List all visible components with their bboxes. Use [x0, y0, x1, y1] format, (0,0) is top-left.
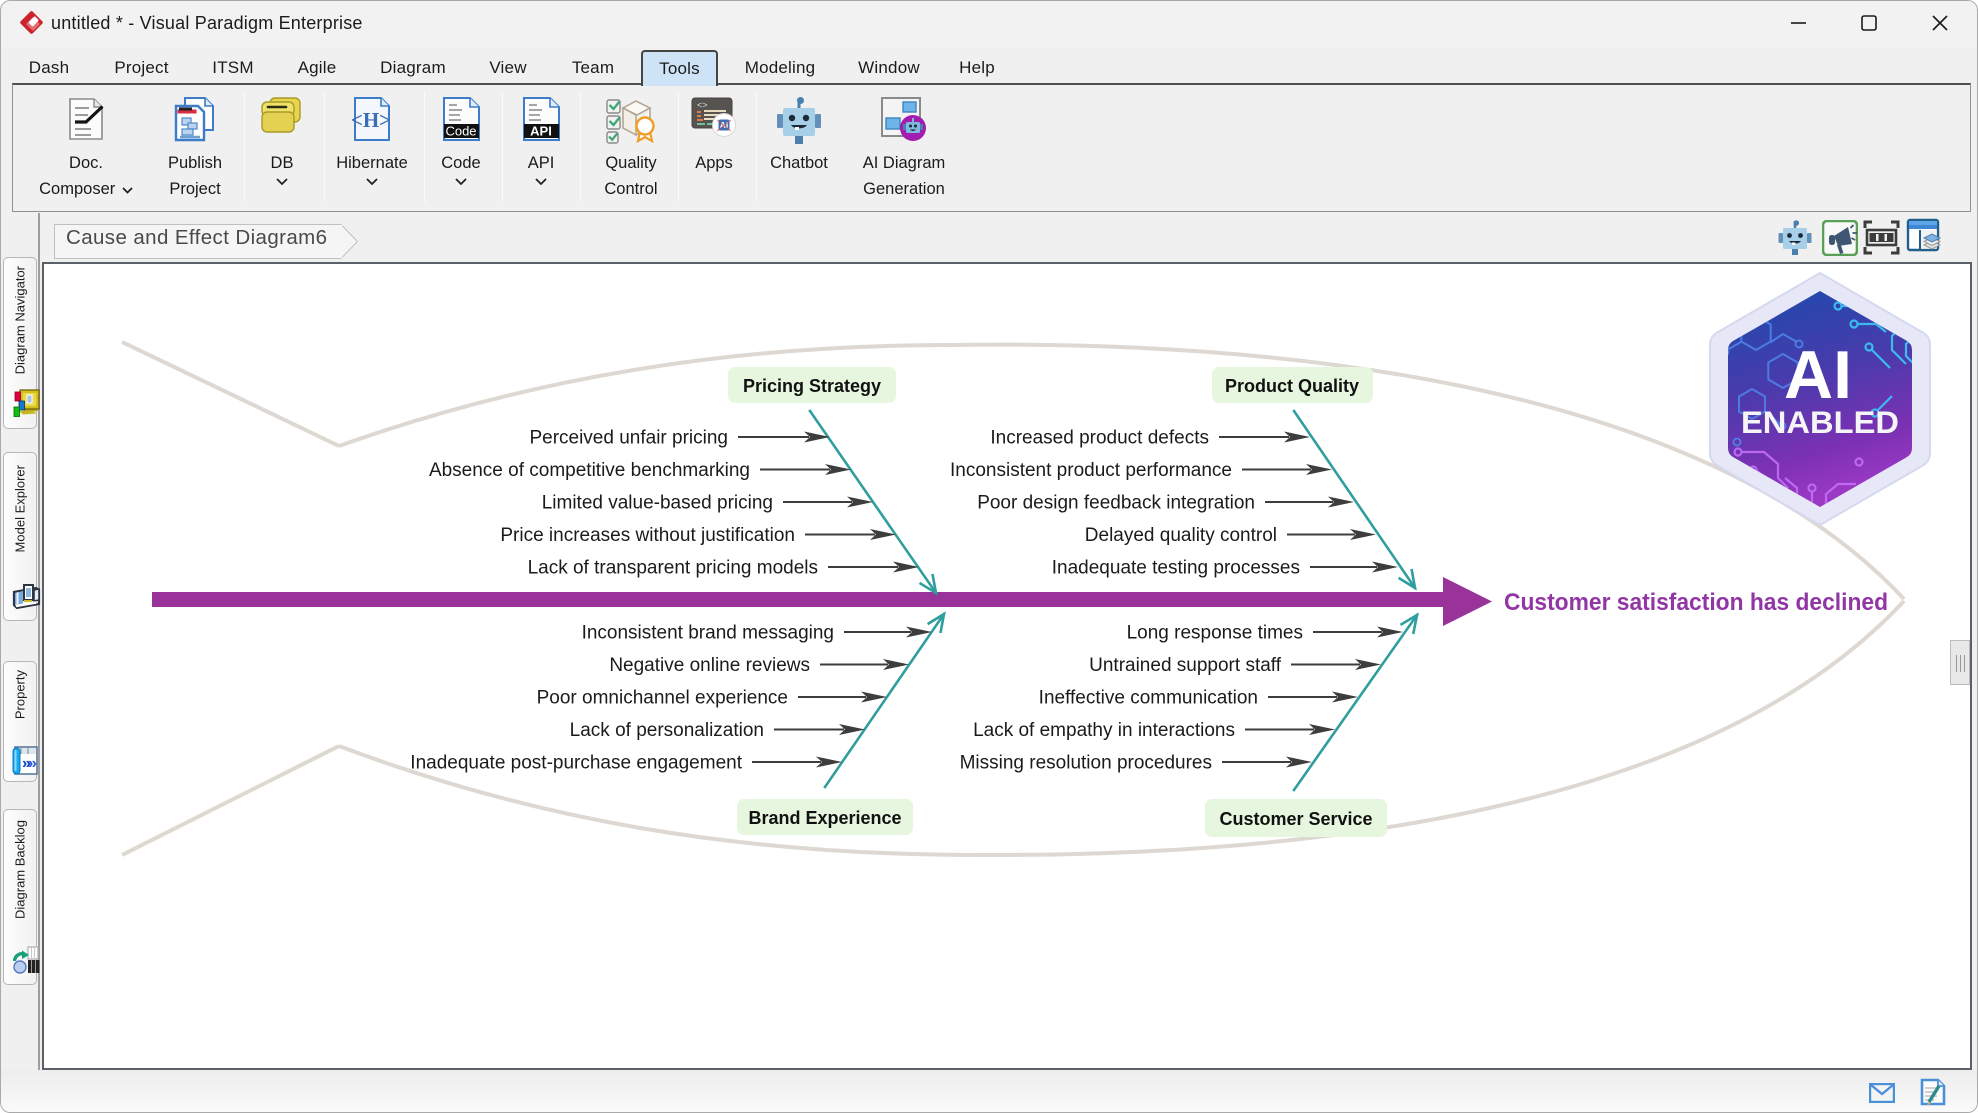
svg-text:Lack of personalization: Lack of personalization: [570, 720, 764, 741]
svg-text:Long response times: Long response times: [1127, 623, 1303, 644]
svg-text:Ineffective communication: Ineffective communication: [1039, 688, 1258, 709]
svg-text:Negative online reviews: Negative online reviews: [609, 655, 810, 676]
svg-text:Increased product defects: Increased product defects: [990, 428, 1209, 449]
svg-text:Customer satisfaction has decl: Customer satisfaction has declined: [1504, 589, 1888, 616]
svg-text:Code: Code: [445, 124, 476, 139]
svg-text:ENABLED: ENABLED: [1741, 404, 1899, 440]
svg-text:Lack of transparent pricing mo: Lack of transparent pricing models: [528, 558, 818, 579]
svg-text:Product Quality: Product Quality: [1225, 376, 1359, 396]
svg-text:Price increases without justif: Price increases without justification: [500, 525, 795, 546]
svg-text:Poor design feedback integrati: Poor design feedback integration: [977, 493, 1255, 514]
svg-text:Customer Service: Customer Service: [1219, 809, 1372, 829]
svg-text:Inconsistent product performan: Inconsistent product performance: [950, 460, 1232, 481]
svg-text:Inconsistent brand messaging: Inconsistent brand messaging: [582, 623, 834, 644]
svg-text:API: API: [530, 124, 552, 139]
svg-text:Untrained support staff: Untrained support staff: [1089, 655, 1282, 676]
svg-text:<>: <>: [697, 100, 708, 110]
svg-text:<H>: <H>: [351, 108, 391, 132]
svg-text:Perceived unfair pricing: Perceived unfair pricing: [529, 428, 728, 449]
svg-text:Limited value-based pricing: Limited value-based pricing: [542, 493, 773, 514]
svg-text:Missing resolution procedures: Missing resolution procedures: [960, 753, 1212, 774]
svg-text:Inadequate post-purchase engag: Inadequate post-purchase engagement: [410, 753, 742, 774]
svg-text:Lack of empathy in interaction: Lack of empathy in interactions: [973, 720, 1235, 741]
svg-text:Pricing Strategy: Pricing Strategy: [743, 376, 881, 396]
svg-text:Absence of competitive benchma: Absence of competitive benchmarking: [429, 460, 750, 481]
svg-text:Brand Experience: Brand Experience: [748, 808, 901, 828]
svg-text:»: »: [28, 755, 37, 772]
svg-text:AI: AI: [1784, 337, 1852, 413]
svg-text:Inadequate testing processes: Inadequate testing processes: [1052, 558, 1300, 579]
svg-text:Delayed quality control: Delayed quality control: [1085, 525, 1277, 546]
svg-text:Poor omnichannel experience: Poor omnichannel experience: [537, 688, 788, 709]
